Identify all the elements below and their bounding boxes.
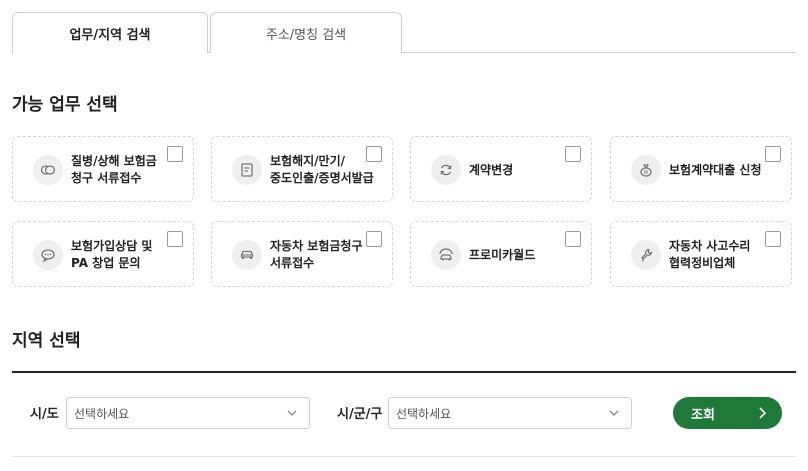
task-checkbox[interactable] <box>565 231 581 247</box>
task-checkbox[interactable] <box>565 146 581 162</box>
task-card-cancellation[interactable]: 보험해지/만기/ 중도인출/증명서발급 <box>211 136 393 202</box>
chevron-down-icon <box>609 410 619 416</box>
tab-address-name-search[interactable]: 주소/명칭 검색 <box>210 12 402 53</box>
task-checkbox[interactable] <box>765 146 781 162</box>
task-checkbox[interactable] <box>366 231 382 247</box>
car-service-icon <box>431 240 461 270</box>
task-card-claim-disease[interactable]: 질병/상해 보험금 청구 서류접수 <box>12 136 194 202</box>
task-card-loan[interactable]: W 보험계약대출 신청 <box>610 136 792 202</box>
task-checkbox[interactable] <box>366 146 382 162</box>
search-tabs: 업무/지역 검색 주소/명칭 검색 <box>0 0 808 54</box>
money-bag-icon: W <box>631 155 661 185</box>
wrench-icon <box>631 240 661 270</box>
task-card-contract-change[interactable]: 계약변경 <box>410 136 592 202</box>
task-section-title: 가능 업무 선택 <box>12 95 118 115</box>
bottom-divider <box>12 456 796 457</box>
tab-task-region-search[interactable]: 업무/지역 검색 <box>12 12 208 54</box>
task-label: 프로미카월드 <box>469 247 536 262</box>
task-label: 보험해지/만기/ 중도인출/증명서발급 <box>270 154 374 185</box>
region-section-title: 지역 선택 <box>12 331 81 351</box>
task-label: 보험계약대출 신청 <box>669 162 762 177</box>
region-divider <box>12 371 796 373</box>
sigungu-label: 시/군/구 <box>337 407 383 422</box>
search-button-label: 조회 <box>691 407 715 423</box>
chevron-right-icon <box>759 407 766 419</box>
task-card-auto-claim[interactable]: 자동차 보험금청구 서류접수 <box>211 221 393 287</box>
task-label: 계약변경 <box>469 162 514 177</box>
document-icon <box>232 155 262 185</box>
search-button[interactable]: 조회 <box>673 397 782 429</box>
task-checkbox[interactable] <box>167 231 183 247</box>
chevron-down-icon <box>287 410 297 416</box>
task-label: 보험가입상담 및 PA 창업 문의 <box>71 239 153 270</box>
task-label: 자동차 보험금청구 서류접수 <box>270 239 363 270</box>
sido-label: 시/도 <box>30 407 59 422</box>
chat-icon <box>33 240 63 270</box>
task-label: 자동차 사고수리 협력정비업체 <box>669 239 751 270</box>
sigungu-select-value: 선택하세요 <box>396 406 452 421</box>
sido-select-value: 선택하세요 <box>74 406 130 421</box>
sido-select[interactable]: 선택하세요 <box>66 397 310 429</box>
refresh-icon <box>431 155 461 185</box>
task-card-repair-shop[interactable]: 자동차 사고수리 협력정비업체 <box>610 221 792 287</box>
coins-icon <box>33 155 63 185</box>
svg-text:W: W <box>644 170 649 176</box>
task-card-promi-car-world[interactable]: 프로미카월드 <box>410 221 592 287</box>
task-checkbox[interactable] <box>765 231 781 247</box>
task-label: 질병/상해 보험금 청구 서류접수 <box>71 154 157 185</box>
sigungu-select[interactable]: 선택하세요 <box>388 397 632 429</box>
task-checkbox[interactable] <box>167 146 183 162</box>
car-icon <box>232 240 262 270</box>
task-card-consultation[interactable]: 보험가입상담 및 PA 창업 문의 <box>12 221 194 287</box>
